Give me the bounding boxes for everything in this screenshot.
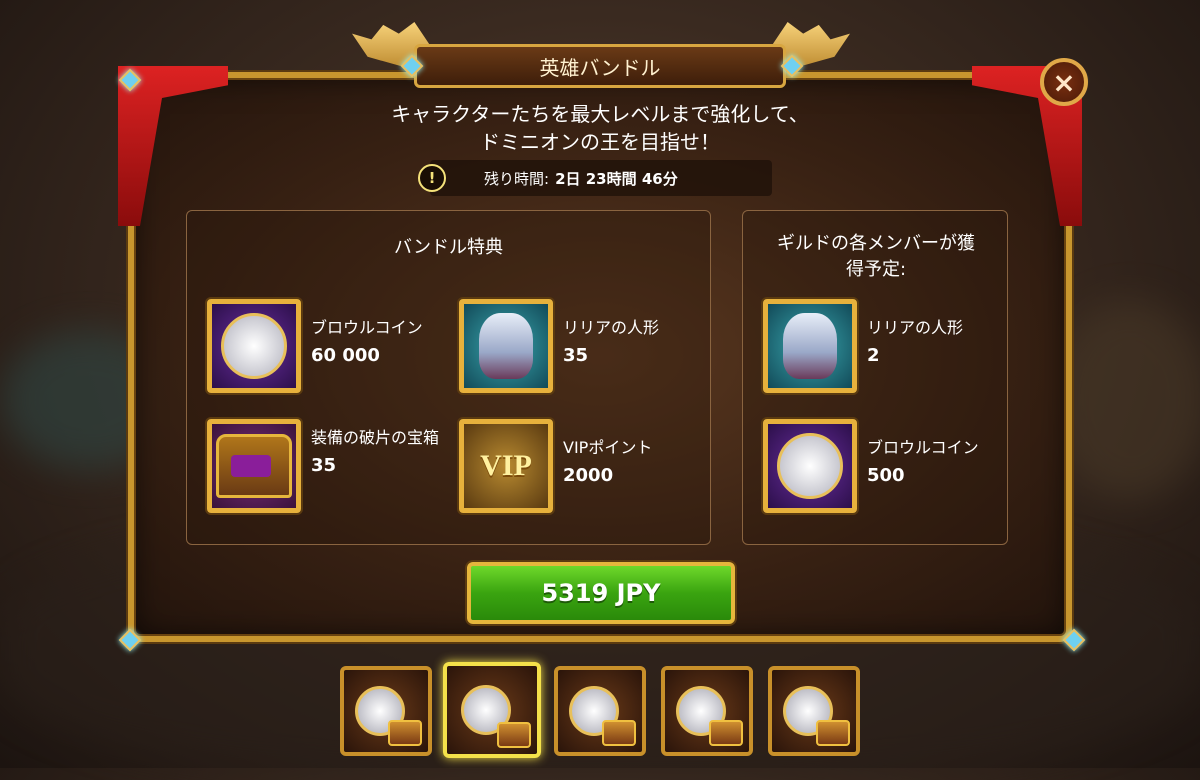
- bundle-rewards-box: バンドル特典 ブロウルコイン 60 000 リリアの人形 35 装備の破片の宝箱…: [186, 210, 711, 545]
- reward-name: 装備の破片の宝箱: [311, 428, 440, 447]
- reward-item[interactable]: ブロウルコイン 60 000: [207, 299, 451, 393]
- chest-icon: [497, 722, 531, 748]
- reward-name: ブロウルコイン: [867, 438, 979, 457]
- warning-icon: !: [418, 164, 446, 192]
- reward-qty: 60 000: [311, 345, 380, 366]
- description-line-1: キャラクターたちを最大レベルまで強化して、: [391, 102, 809, 126]
- bundle-tier-tabs: [340, 662, 860, 762]
- background-right: [1050, 300, 1200, 500]
- bundle-rewards-title: バンドル特典: [394, 237, 503, 258]
- chest-icon: [816, 720, 850, 746]
- reward-qty: 2000: [563, 465, 614, 486]
- bundle-tier-tab[interactable]: [340, 666, 432, 756]
- bundle-tier-tab-selected[interactable]: [443, 662, 541, 758]
- reward-name: リリアの人形: [867, 318, 964, 337]
- guild-reward-item[interactable]: リリアの人形 2: [763, 299, 997, 393]
- reward-name: ブロウルコイン: [311, 318, 423, 337]
- reward-qty: 500: [867, 465, 905, 486]
- vip-points-icon: VIP: [459, 419, 553, 513]
- reward-qty: 35: [311, 455, 337, 476]
- chest-icon: [388, 720, 422, 746]
- timer-label: 残り時間:: [484, 169, 550, 188]
- bundle-description: キャラクターたちを最大レベルまで強化して、 ドミニオンの王を目指せ！: [300, 100, 900, 156]
- description-line-2: ドミニオンの王を目指せ！: [480, 130, 720, 154]
- brawl-coin-icon: [763, 419, 857, 513]
- reward-name: リリアの人形: [563, 318, 660, 337]
- reward-qty: 35: [563, 345, 589, 366]
- reward-qty: 2: [867, 345, 880, 366]
- lilia-doll-icon: [459, 299, 553, 393]
- lilia-doll-icon: [763, 299, 857, 393]
- reward-item[interactable]: 装備の破片の宝箱 35: [207, 419, 451, 513]
- close-button[interactable]: ×: [1040, 58, 1088, 106]
- bundle-title: 英雄バンドル: [414, 44, 786, 88]
- guild-reward-item[interactable]: ブロウルコイン 500: [763, 419, 997, 513]
- close-icon: ×: [1052, 65, 1076, 99]
- bundle-tier-tab[interactable]: [768, 666, 860, 756]
- chest-icon: [602, 720, 636, 746]
- guild-rewards-box: ギルドの各メンバーが獲得予定: リリアの人形 2 ブロウルコイン 500: [742, 210, 1008, 545]
- buy-button[interactable]: 5319 JPY: [467, 562, 735, 624]
- time-remaining: ! 残り時間: 2日 23時間 46分: [418, 160, 772, 196]
- gear-shard-chest-icon: [207, 419, 301, 513]
- reward-item[interactable]: リリアの人形 35: [459, 299, 703, 393]
- reward-item[interactable]: VIP VIPポイント 2000: [459, 419, 703, 513]
- reward-name: VIPポイント: [563, 438, 653, 457]
- bundle-tier-tab[interactable]: [661, 666, 753, 756]
- bundle-tier-tab[interactable]: [554, 666, 646, 756]
- timer-value: 2日 23時間 46分: [555, 169, 678, 188]
- guild-rewards-title: ギルドの各メンバーが獲得予定:: [777, 233, 975, 280]
- brawl-coin-icon: [207, 299, 301, 393]
- chest-icon: [709, 720, 743, 746]
